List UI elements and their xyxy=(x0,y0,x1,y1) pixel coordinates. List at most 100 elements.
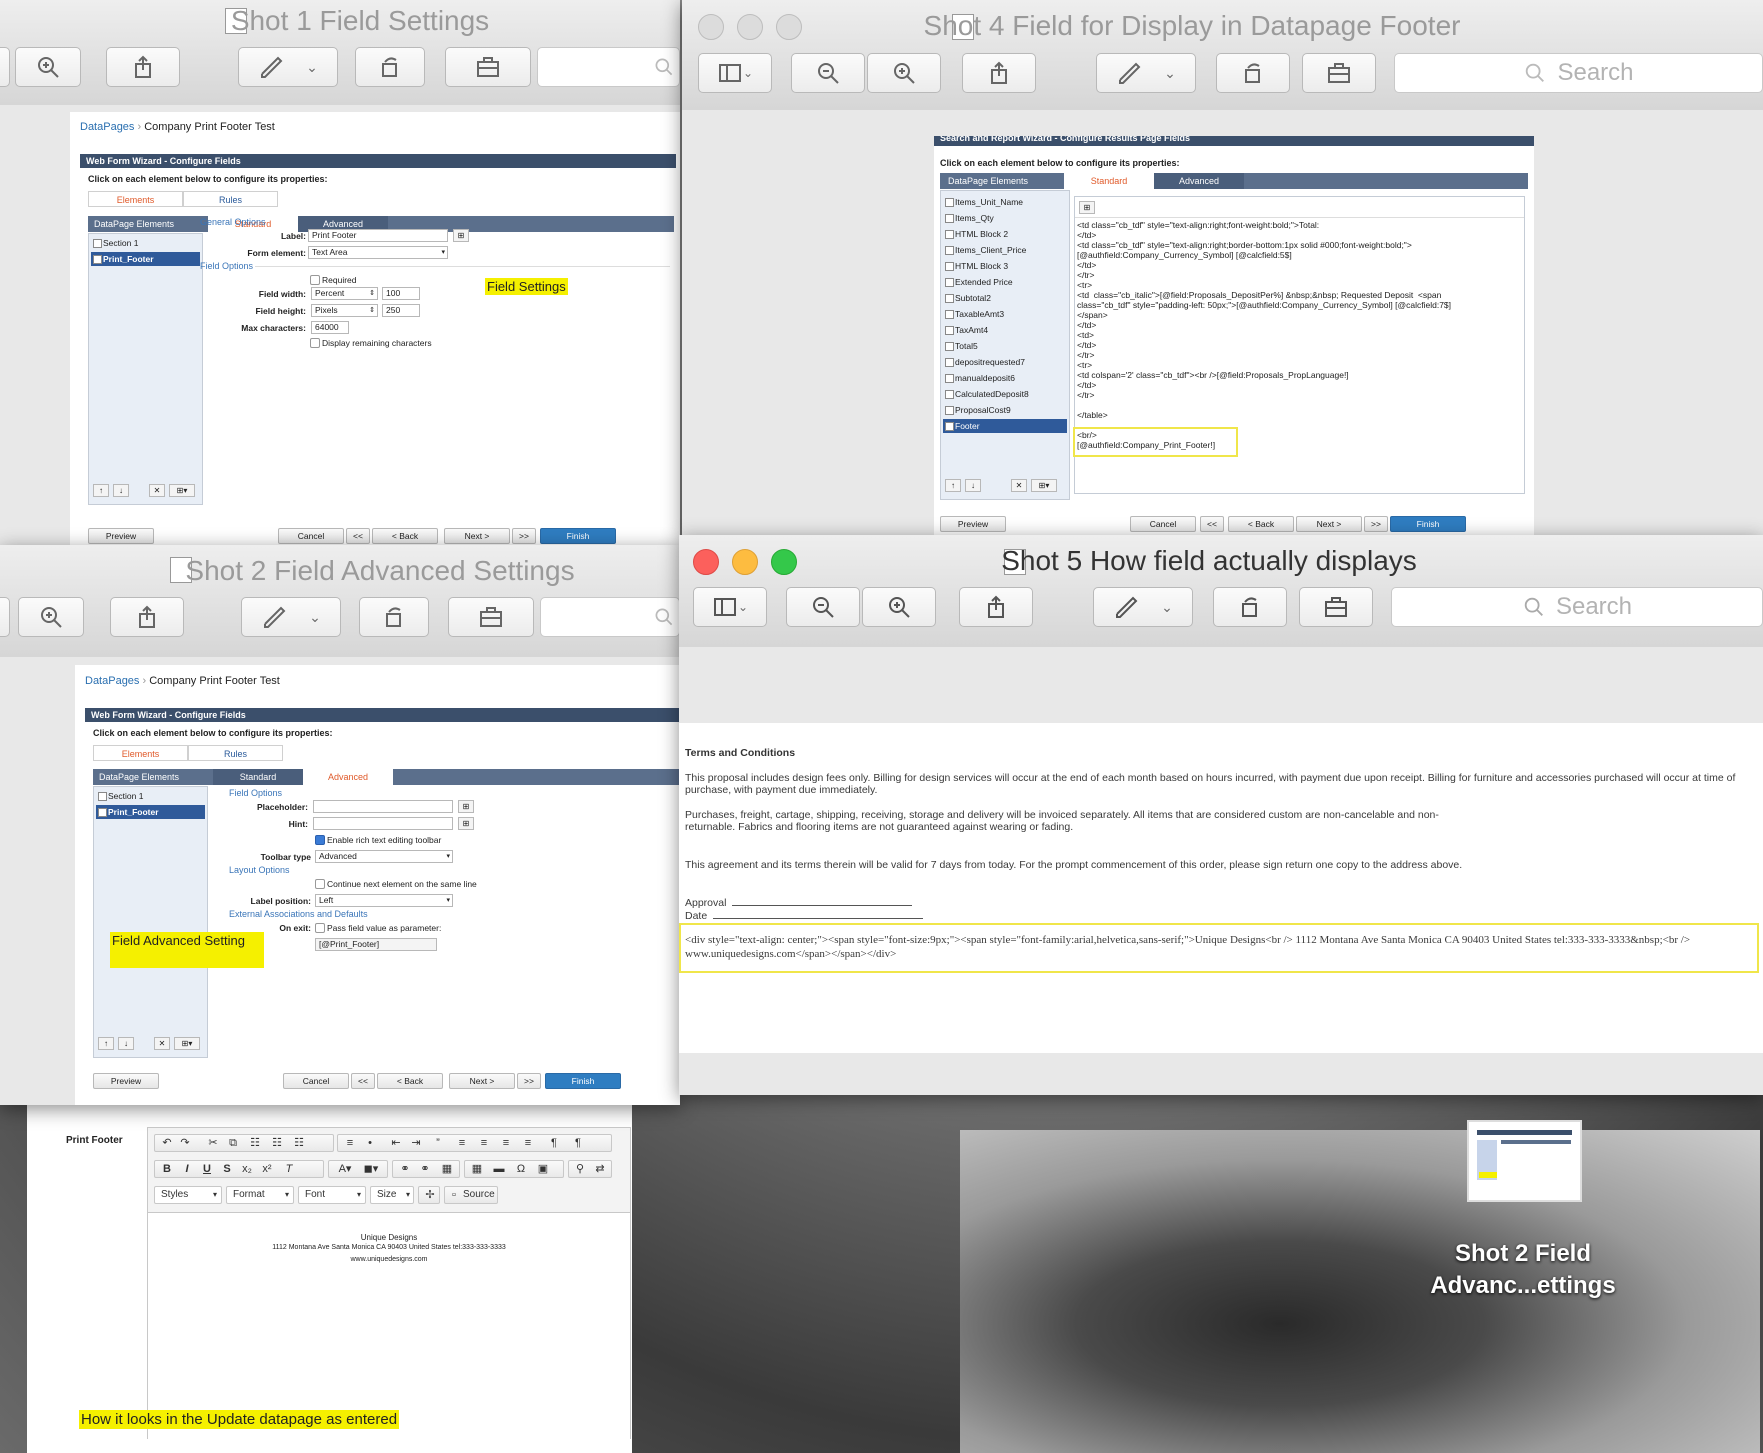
cancel-button[interactable]: Cancel xyxy=(278,528,344,544)
tree-item[interactable]: CalculatedDeposit8 xyxy=(943,387,1067,401)
markup-button[interactable]: ⌄ xyxy=(1096,53,1196,93)
display-remaining-checkbox[interactable] xyxy=(310,338,320,348)
copy-icon[interactable]: ⧉ xyxy=(225,1135,241,1151)
italic-icon[interactable]: I xyxy=(179,1161,195,1177)
zoom-out-button[interactable] xyxy=(786,587,860,627)
continue-next-checkbox[interactable] xyxy=(315,879,325,889)
toolbox-button[interactable] xyxy=(445,47,531,87)
field-width-input[interactable]: 100 xyxy=(382,287,420,300)
insert-field-button[interactable]: ⊞ xyxy=(453,229,469,242)
horizontal-line-icon[interactable]: ▬ xyxy=(491,1161,507,1177)
search-field[interactable]: Search xyxy=(1394,53,1763,93)
share-button[interactable] xyxy=(106,47,180,87)
tab-standard[interactable]: Standard xyxy=(1064,173,1154,189)
field-height-unit-select[interactable]: Pixels ⇕ xyxy=(311,304,378,317)
label-input[interactable]: Print Footer xyxy=(308,229,448,242)
rich-text-checkbox[interactable] xyxy=(315,835,325,845)
html-editor[interactable]: ⊞ <td class="cb_tdf" style="text-align:r… xyxy=(1073,196,1525,494)
tab-rules[interactable]: Rules xyxy=(188,745,283,761)
tree-item[interactable]: Footer xyxy=(943,419,1067,433)
move-down-button[interactable]: ↓ xyxy=(113,484,129,497)
align-center-icon[interactable]: ≡ xyxy=(476,1135,492,1151)
strike-icon[interactable]: S xyxy=(219,1161,235,1177)
redo-icon[interactable]: ↷ xyxy=(177,1135,193,1151)
paste-text-icon[interactable]: ☷ xyxy=(269,1135,285,1151)
cut-icon[interactable]: ✂ xyxy=(205,1135,221,1151)
link-icon[interactable]: ⚭ xyxy=(397,1161,413,1177)
form-element-select[interactable]: Text Area ▾ xyxy=(308,246,448,259)
editor-content-area[interactable]: Unique Designs 1112 Montana Ave Santa Mo… xyxy=(148,1212,630,1439)
tree-item-section[interactable]: Section 1 xyxy=(96,789,205,803)
share-button[interactable] xyxy=(110,597,184,637)
tree-item[interactable]: TaxableAmt3 xyxy=(943,307,1067,321)
toolbox-button[interactable] xyxy=(1299,587,1373,627)
superscript-icon[interactable]: x² xyxy=(259,1161,275,1177)
cancel-button[interactable]: Cancel xyxy=(283,1073,349,1089)
back-button[interactable]: < Back xyxy=(377,1073,443,1089)
preview-button[interactable]: Preview xyxy=(940,516,1006,532)
rotate-button[interactable] xyxy=(355,47,425,87)
preview-button[interactable]: Preview xyxy=(93,1073,159,1089)
markup-button[interactable]: ⌄ xyxy=(1093,587,1193,627)
size-dropdown[interactable]: Size ▾ xyxy=(370,1186,414,1204)
zoom-button[interactable] xyxy=(771,549,797,575)
close-button[interactable] xyxy=(698,14,724,40)
paste-word-icon[interactable]: ☷ xyxy=(291,1135,307,1151)
replace-icon[interactable]: ⇄ xyxy=(592,1161,608,1177)
numbered-list-icon[interactable]: ≡ xyxy=(342,1135,358,1151)
paste-icon[interactable]: ☷ xyxy=(247,1135,263,1151)
insert-field-button[interactable]: ⊞ xyxy=(1079,201,1095,214)
tab-standard[interactable]: Standard xyxy=(213,769,303,785)
font-dropdown[interactable]: Font ▾ xyxy=(298,1186,366,1204)
image-icon[interactable]: ▦ xyxy=(439,1161,455,1177)
tree-item[interactable]: manualdeposit6 xyxy=(943,371,1067,385)
finish-button[interactable]: Finish xyxy=(540,528,616,544)
tab-elements[interactable]: Elements xyxy=(88,191,183,207)
rotate-button[interactable] xyxy=(1213,587,1287,627)
cancel-button[interactable]: Cancel xyxy=(1130,516,1196,532)
move-up-button[interactable]: ↑ xyxy=(98,1037,114,1050)
close-button[interactable] xyxy=(693,549,719,575)
preview-button[interactable]: Preview xyxy=(88,528,154,544)
zoom-in-button[interactable] xyxy=(15,47,81,87)
delete-button[interactable]: ✕ xyxy=(149,484,165,497)
zoom-button[interactable] xyxy=(776,14,802,40)
zoom-in-button[interactable] xyxy=(18,597,84,637)
breadcrumb-link[interactable]: DataPages xyxy=(80,121,134,133)
sidebar-button[interactable]: ⌄ xyxy=(693,587,767,627)
finish-button[interactable]: Finish xyxy=(545,1073,621,1089)
source-button[interactable]: ▫ Source xyxy=(444,1186,498,1204)
zoom-in-button[interactable] xyxy=(867,53,941,93)
tree-item[interactable]: ProposalCost9 xyxy=(943,403,1067,417)
indent-icon[interactable]: ⇥ xyxy=(408,1135,424,1151)
underline-icon[interactable]: U xyxy=(199,1161,215,1177)
iframe-icon[interactable]: ▣ xyxy=(535,1161,551,1177)
label-position-select[interactable]: Left ▾ xyxy=(315,894,453,907)
share-partial-button[interactable] xyxy=(0,597,10,637)
bulleted-list-icon[interactable]: • xyxy=(362,1135,378,1151)
tree-item[interactable]: HTML Block 2 xyxy=(943,227,1067,241)
insert-button[interactable]: ⊞▾ xyxy=(174,1037,200,1050)
next-button[interactable]: Next > xyxy=(1296,516,1362,532)
pass-field-checkbox[interactable] xyxy=(315,923,325,933)
tree-item[interactable]: TaxAmt4 xyxy=(943,323,1067,337)
tab-advanced[interactable]: Advanced xyxy=(1154,173,1244,189)
subscript-icon[interactable]: x₂ xyxy=(239,1161,255,1177)
first-button[interactable]: << xyxy=(1200,516,1224,532)
format-dropdown[interactable]: Format ▾ xyxy=(226,1186,294,1204)
tab-advanced[interactable]: Advanced xyxy=(303,769,393,785)
tree-item[interactable]: Subtotal2 xyxy=(943,291,1067,305)
next-button[interactable]: Next > xyxy=(449,1073,515,1089)
insert-field-button[interactable]: ⊞ xyxy=(458,800,474,813)
last-button[interactable]: >> xyxy=(512,528,536,544)
delete-button[interactable]: ✕ xyxy=(154,1037,170,1050)
placeholder-input[interactable] xyxy=(313,800,453,813)
tree-item[interactable]: Extended Price xyxy=(943,275,1067,289)
delete-button[interactable]: ✕ xyxy=(1011,479,1027,492)
tab-rules[interactable]: Rules xyxy=(183,191,278,207)
markup-button[interactable]: ⌄ xyxy=(238,47,338,87)
toolbar-type-select[interactable]: Advanced ▾ xyxy=(315,850,453,863)
field-width-unit-select[interactable]: Percent ⇕ xyxy=(311,287,378,300)
ltr-icon[interactable]: ¶ xyxy=(546,1135,562,1151)
remove-format-icon[interactable]: T xyxy=(281,1161,297,1177)
